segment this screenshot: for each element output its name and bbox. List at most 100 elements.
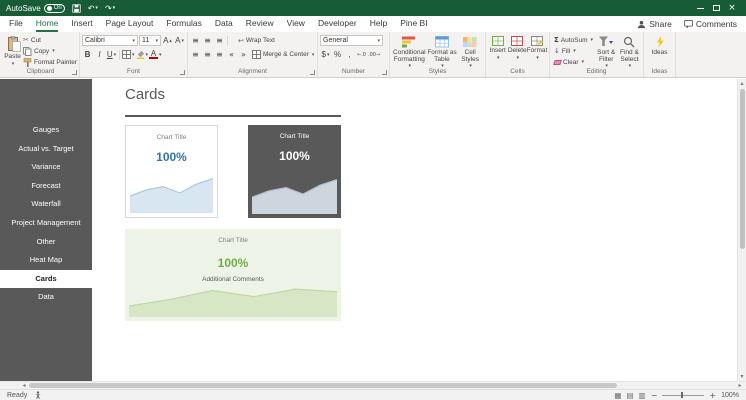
italic-button[interactable]: I	[94, 49, 105, 60]
increase-indent-button[interactable]: »	[238, 49, 249, 60]
grow-font-button[interactable]: A ▴	[162, 35, 173, 46]
conditional-formatting-button[interactable]: Conditional Formatting ▾	[392, 35, 427, 70]
format-painter-button[interactable]: Format Painter	[23, 57, 77, 67]
tab-formulas[interactable]: Formulas	[166, 16, 201, 32]
clipboard-dialog-launcher-icon[interactable]	[72, 70, 77, 75]
scroll-left-icon[interactable]: ◂	[19, 382, 29, 389]
accounting-format-button[interactable]: $ ▾	[320, 49, 331, 60]
kpi-card-wide-green[interactable]: Chart Title 100% Additional Comments	[125, 229, 341, 321]
paste-button[interactable]: Paste ▾	[4, 35, 21, 67]
fill-color-button[interactable]: ▾	[136, 49, 148, 60]
shrink-font-button[interactable]: A ▾	[174, 35, 185, 46]
zoom-slider[interactable]	[662, 392, 705, 398]
delete-cells-button[interactable]: Delete ▾	[508, 35, 528, 61]
tab-pine-bi[interactable]: Pine BI	[400, 16, 427, 32]
align-top-button[interactable]: ≡	[190, 35, 201, 46]
redo-button[interactable]: ↷ ▾	[105, 4, 115, 13]
font-name-combobox[interactable]: Calibri ▾	[82, 35, 138, 46]
vertical-scrollbar[interactable]: ▴ ▾	[737, 79, 746, 381]
font-color-button[interactable]: A ▾	[149, 49, 162, 60]
redo-caret-icon[interactable]: ▾	[113, 5, 116, 11]
percent-style-button[interactable]: %	[332, 49, 343, 60]
vertical-scroll-thumb[interactable]	[739, 89, 745, 249]
ideas-button[interactable]: Ideas	[647, 35, 673, 56]
align-bottom-button[interactable]: ≡	[214, 35, 225, 46]
borders-button[interactable]: ▾	[122, 49, 135, 60]
bold-button[interactable]: B	[82, 49, 93, 60]
accessibility-icon[interactable]	[34, 391, 42, 399]
sidebar-item-other[interactable]: Other	[0, 233, 92, 252]
tab-file[interactable]: File	[9, 16, 23, 32]
kpi-card-dark[interactable]: Chart Title 100%	[248, 125, 341, 218]
scroll-right-icon[interactable]: ▸	[735, 382, 745, 389]
horizontal-scroll-thumb[interactable]	[29, 383, 617, 388]
sidebar-item-data[interactable]: Data	[0, 288, 92, 307]
align-middle-button[interactable]: ≡	[202, 35, 213, 46]
comments-button[interactable]: Comments	[683, 19, 737, 29]
sort-filter-button[interactable]: Sort & Filter ▾	[595, 35, 618, 70]
tab-review[interactable]: Review	[246, 16, 274, 32]
alignment-dialog-launcher-icon[interactable]	[310, 70, 315, 75]
kpi-card-light[interactable]: Chart Title 100%	[125, 125, 218, 218]
normal-view-button[interactable]: ▦	[614, 391, 621, 400]
increase-decimal-button[interactable]: ←.0	[356, 49, 367, 60]
zoom-in-button[interactable]: +	[709, 391, 716, 400]
underline-button[interactable]: U ▾	[106, 49, 117, 60]
font-size-combobox[interactable]: 11 ▾	[139, 35, 161, 46]
sidebar-item-waterfall[interactable]: Waterfall	[0, 195, 92, 214]
align-center-button[interactable]: ≡	[202, 49, 213, 60]
font-dialog-launcher-icon[interactable]	[180, 70, 185, 75]
shrink-font-icon: ▾	[181, 37, 184, 44]
merge-center-button[interactable]: Merge & Center ▾	[252, 50, 314, 60]
minimize-button[interactable]	[692, 0, 708, 16]
sidebar-item-actual-vs-target[interactable]: Actual vs. Target	[0, 140, 92, 159]
save-button[interactable]	[72, 3, 81, 13]
zoom-out-button[interactable]: −	[651, 391, 658, 400]
format-cells-button[interactable]: Format ▾	[527, 35, 547, 61]
decrease-decimal-button[interactable]: .00→	[368, 49, 380, 60]
number-format-combobox[interactable]: General ▾	[320, 35, 383, 46]
page-break-view-button[interactable]: ▥	[639, 391, 646, 400]
align-right-button[interactable]: ≡	[214, 49, 225, 60]
comma-style-button[interactable]: ,	[344, 49, 355, 60]
insert-cells-button[interactable]: Insert ▾	[488, 35, 508, 61]
scroll-down-icon[interactable]: ▾	[738, 372, 746, 381]
tab-help[interactable]: Help	[370, 16, 387, 32]
autosave-switch[interactable]: On	[43, 3, 65, 13]
format-as-table-button[interactable]: Format as Table ▾	[427, 35, 458, 70]
zoom-slider-thumb[interactable]	[681, 392, 684, 398]
tab-view[interactable]: View	[287, 16, 305, 32]
cut-button[interactable]: ✂ Cut	[23, 35, 77, 45]
tab-data[interactable]: Data	[215, 16, 233, 32]
undo-button[interactable]: ↶ ▾	[88, 4, 98, 13]
sidebar-item-forecast[interactable]: Forecast	[0, 177, 92, 196]
sidebar-item-project-management[interactable]: Project Management	[0, 214, 92, 233]
align-left-button[interactable]: ≡	[190, 49, 201, 60]
find-select-button[interactable]: Find & Select ▾	[618, 35, 641, 70]
tab-insert[interactable]: Insert	[71, 16, 92, 32]
zoom-level[interactable]: 100%	[721, 392, 739, 399]
tab-home[interactable]: Home	[35, 16, 59, 32]
sidebar-item-heat-map[interactable]: Heat Map	[0, 251, 92, 270]
sidebar-item-gauges[interactable]: Gauges	[0, 121, 92, 140]
tab-developer[interactable]: Developer	[318, 16, 357, 32]
scroll-up-icon[interactable]: ▴	[738, 79, 746, 88]
decrease-indent-button[interactable]: «	[226, 49, 237, 60]
clear-button[interactable]: Clear ▾	[553, 57, 595, 67]
cell-styles-button[interactable]: Cell Styles ▾	[457, 35, 483, 70]
autosave-toggle[interactable]: AutoSave On	[6, 3, 65, 13]
maximize-button[interactable]	[708, 0, 724, 16]
fill-button[interactable]: ↓ Fill ▾	[554, 46, 595, 56]
undo-caret-icon[interactable]: ▾	[95, 5, 98, 11]
page-layout-view-button[interactable]: ▤	[627, 391, 634, 400]
autosum-button[interactable]: Σ AutoSum ▾	[554, 35, 595, 45]
close-button[interactable]: ×	[724, 0, 740, 16]
horizontal-scrollbar[interactable]: ◂ ▸	[0, 381, 746, 389]
copy-button[interactable]: Copy ▾	[23, 46, 77, 56]
sidebar-item-variance[interactable]: Variance	[0, 158, 92, 177]
tab-page-layout[interactable]: Page Layout	[106, 16, 154, 32]
sidebar-item-cards[interactable]: Cards	[0, 269, 92, 289]
number-dialog-launcher-icon[interactable]	[382, 70, 387, 75]
share-button[interactable]: Share	[637, 19, 672, 29]
wrap-text-button[interactable]: ↩ Wrap Text	[238, 36, 275, 46]
